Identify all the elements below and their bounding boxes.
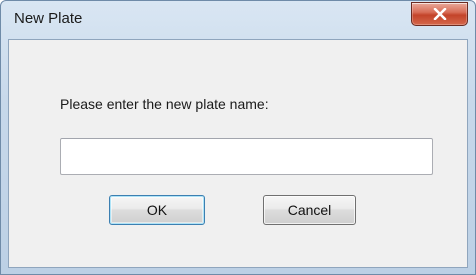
close-icon bbox=[433, 8, 446, 20]
window-title: New Plate bbox=[14, 10, 83, 27]
cancel-button[interactable]: Cancel bbox=[263, 195, 356, 225]
title-bar[interactable]: New Plate bbox=[1, 1, 475, 41]
new-plate-dialog: New Plate Please enter the new plate nam… bbox=[0, 0, 476, 275]
ok-button[interactable]: OK bbox=[109, 195, 205, 225]
dialog-body: Please enter the new plate name: OK Canc… bbox=[8, 39, 468, 268]
plate-name-input[interactable] bbox=[60, 138, 433, 175]
prompt-label: Please enter the new plate name: bbox=[60, 96, 269, 112]
close-button[interactable] bbox=[411, 2, 468, 26]
